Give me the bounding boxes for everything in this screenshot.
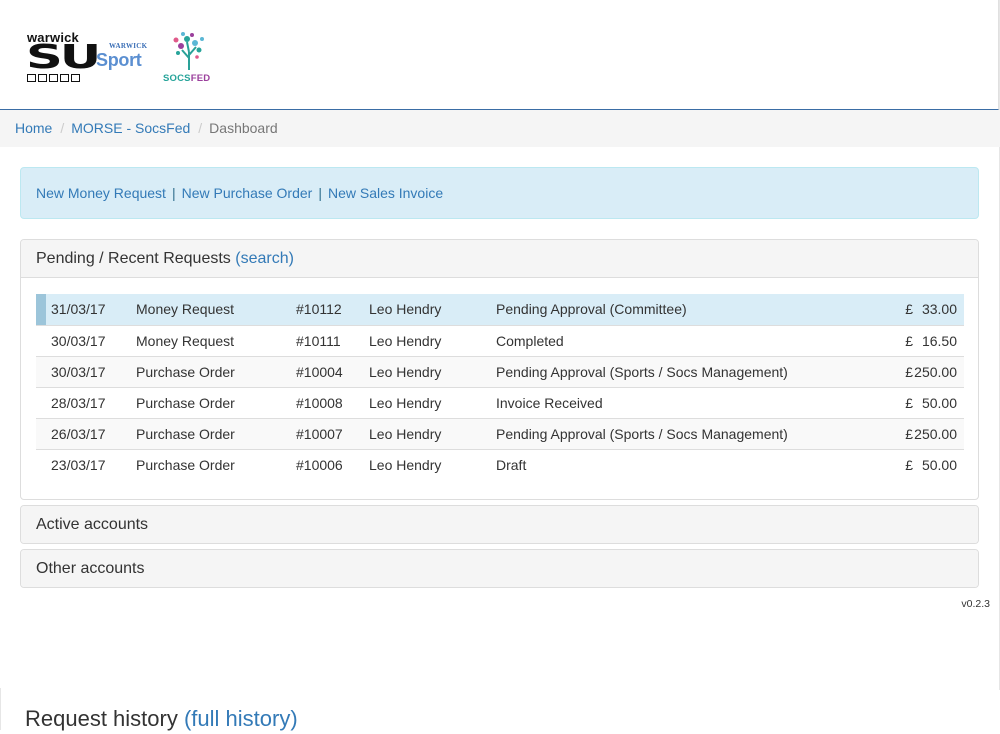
- request-type: Money Request: [128, 294, 288, 325]
- pending-requests-heading: Pending / Recent Requests (search): [21, 240, 978, 278]
- request-type: Purchase Order: [128, 355, 288, 387]
- warwick-sport-logo[interactable]: WARWICK Sport: [95, 42, 155, 72]
- request-status: Completed: [488, 324, 818, 356]
- other-accounts-heading[interactable]: Other accounts: [21, 550, 978, 587]
- full-history-link[interactable]: (full history): [184, 706, 298, 731]
- other-accounts-panel[interactable]: Other accounts: [20, 549, 979, 588]
- version-label: v0.2.3: [961, 598, 990, 610]
- active-accounts-heading[interactable]: Active accounts: [21, 506, 978, 543]
- new-request-actions: New Money Request | New Purchase Order | New…: [20, 167, 979, 219]
- row-marker: [36, 294, 46, 325]
- request-status: Invoice Received: [488, 386, 818, 418]
- amount-value: 250.00: [914, 363, 957, 380]
- request-type: Purchase Order: [128, 417, 288, 449]
- request-type: Money Request: [128, 324, 288, 356]
- request-date: 23/03/17: [46, 448, 128, 480]
- request-ref: #10111: [288, 324, 361, 356]
- request-type: Purchase Order: [128, 386, 288, 418]
- currency-symbol: £: [905, 332, 913, 349]
- request-ref: #10004: [288, 355, 361, 387]
- amount-value: 50.00: [921, 456, 957, 473]
- currency-symbol: £: [905, 394, 913, 411]
- currency-symbol: £: [905, 363, 913, 380]
- currency-symbol: £: [905, 301, 913, 318]
- request-date: 26/03/17: [46, 417, 128, 449]
- new-sales-invoice-link[interactable]: New Sales Invoice: [328, 185, 443, 201]
- request-amount: £50.00: [818, 386, 964, 418]
- breadcrumb-home-link[interactable]: Home: [15, 120, 52, 136]
- new-money-request-link[interactable]: New Money Request: [36, 185, 166, 201]
- amount-value: 33.00: [921, 301, 957, 318]
- request-amount: £33.00: [818, 294, 964, 325]
- row-marker: [36, 355, 46, 387]
- table-row[interactable]: 26/03/17 Purchase Order #10007 Leo Hendry Pe…: [36, 417, 964, 449]
- socsfed-logo[interactable]: SOCSFED: [162, 30, 218, 86]
- active-accounts-panel[interactable]: Active accounts: [20, 505, 979, 544]
- pending-requests-panel: Pending / Recent Requests (search) 31/03…: [20, 239, 979, 500]
- row-marker: [36, 448, 46, 480]
- amount-value: 50.00: [921, 394, 957, 411]
- request-amount: £16.50: [818, 324, 964, 356]
- requester-name: Leo Hendry: [361, 448, 488, 480]
- request-status: Pending Approval (Sports / Socs Manageme…: [488, 417, 818, 449]
- table-row[interactable]: 30/03/17 Money Request #10111 Leo Hendry Com…: [36, 324, 964, 356]
- request-status: Pending Approval (Sports / Socs Manageme…: [488, 355, 818, 387]
- requester-name: Leo Hendry: [361, 324, 488, 356]
- request-ref: #10007: [288, 417, 361, 449]
- request-ref: #10008: [288, 386, 361, 418]
- requester-name: Leo Hendry: [361, 417, 488, 449]
- request-date: 31/03/17: [46, 294, 128, 325]
- table-row[interactable]: 31/03/17 Money Request #10112 Leo Hendry Pen…: [36, 294, 964, 325]
- warwick-su-logo[interactable]: warwick SU: [26, 30, 101, 86]
- request-ref: #10006: [288, 448, 361, 480]
- breadcrumb: Home / MORSE - SocsFed / Dashboard: [0, 110, 1000, 147]
- new-purchase-order-link[interactable]: New Purchase Order: [182, 185, 313, 201]
- request-status: Draft: [488, 448, 818, 480]
- requester-name: Leo Hendry: [361, 386, 488, 418]
- requester-name: Leo Hendry: [361, 294, 488, 325]
- row-marker: [36, 417, 46, 449]
- request-date: 28/03/17: [46, 386, 128, 418]
- row-marker: [36, 386, 46, 418]
- breadcrumb-current: Dashboard: [209, 120, 278, 136]
- requester-name: Leo Hendry: [361, 355, 488, 387]
- section-divider: [0, 688, 1, 730]
- request-ref: #10112: [288, 294, 361, 325]
- currency-symbol: £: [905, 425, 913, 442]
- table-row[interactable]: 30/03/17 Purchase Order #10004 Leo Hendry Pe…: [36, 355, 964, 387]
- requests-table: 31/03/17 Money Request #10112 Leo Hendry Pen…: [36, 294, 964, 480]
- breadcrumb-org-link[interactable]: MORSE - SocsFed: [71, 120, 190, 136]
- amount-value: 16.50: [921, 332, 957, 349]
- site-header: warwick SU WARWICK Sport SOCSFED: [0, 0, 999, 110]
- currency-symbol: £: [905, 456, 913, 473]
- search-requests-link[interactable]: (search): [235, 250, 294, 267]
- table-row[interactable]: 23/03/17 Purchase Order #10006 Leo Hendry Dr…: [36, 448, 964, 480]
- socsfed-tree-icon: [173, 32, 204, 70]
- request-date: 30/03/17: [46, 324, 128, 356]
- request-date: 30/03/17: [46, 355, 128, 387]
- request-amount: £50.00: [818, 448, 964, 480]
- table-row[interactable]: 28/03/17 Purchase Order #10008 Leo Hendry In…: [36, 386, 964, 418]
- request-amount: £250.00: [818, 355, 964, 387]
- row-marker: [36, 324, 46, 356]
- request-type: Purchase Order: [128, 448, 288, 480]
- request-amount: £250.00: [818, 417, 964, 449]
- amount-value: 250.00: [914, 425, 957, 442]
- request-status: Pending Approval (Committee): [488, 294, 818, 325]
